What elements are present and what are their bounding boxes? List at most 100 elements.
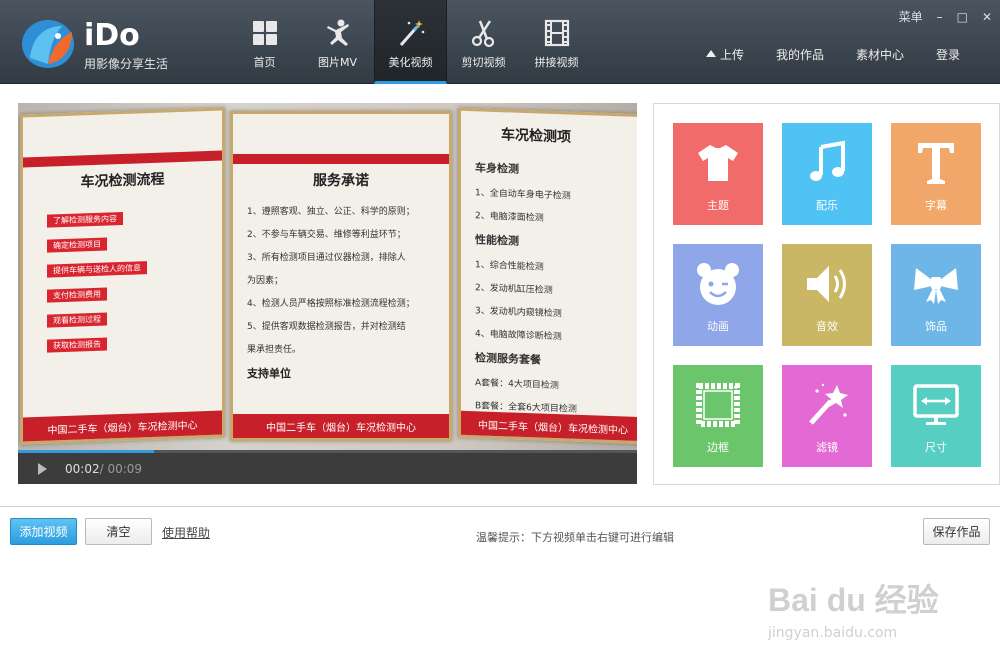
- speaker-icon: [807, 266, 846, 302]
- bow-icon: [914, 268, 958, 304]
- nav-label: 剪切视频: [461, 56, 506, 69]
- nav-label: 图片MV: [317, 56, 357, 69]
- wand-star-icon: [809, 383, 848, 425]
- poster-line: 3、发动机内窥镜检测: [475, 306, 562, 320]
- my-works-link[interactable]: 我的作品: [776, 46, 824, 63]
- help-link[interactable]: 使用帮助: [162, 524, 210, 541]
- tool-label: 音效: [816, 320, 838, 333]
- poster-tags: 了解检测服务内容 确定检测项目 提供车辆与送检人的信息 支付检测费用 观看检测过…: [33, 205, 147, 359]
- poster-tag: 确定检测项目: [47, 237, 107, 253]
- bear-face-icon: [697, 263, 739, 305]
- tool-label: 尺寸: [925, 441, 947, 454]
- ido-logo-icon: [22, 20, 74, 68]
- poster-title: 车况检测项: [501, 127, 571, 146]
- add-video-button[interactable]: 添加视频: [10, 518, 77, 545]
- tool-label: 配乐: [816, 199, 838, 212]
- poster-band: [23, 150, 222, 168]
- nav-beautify-video[interactable]: 美化视频: [374, 0, 447, 84]
- brand-slogan: 用影像分享生活: [84, 57, 169, 71]
- tool-filter[interactable]: 滤镜: [782, 365, 872, 467]
- poster-subtitle: 支持单位: [247, 367, 291, 380]
- app-header: iDo 用影像分享生活 首页 图片MV 美化视频 剪切视频 拼接视频 菜单 – …: [0, 0, 1000, 84]
- poster-line: 4、电脑故障诊断检测: [475, 329, 562, 343]
- maximize-button[interactable]: □: [957, 10, 968, 24]
- poster-left: 车况检测流程 了解检测服务内容 确定检测项目 提供车辆与送检人的信息 支付检测费…: [20, 107, 225, 445]
- save-work-button[interactable]: 保存作品: [923, 518, 990, 545]
- poster-line: 3、所有检测项目通过仪器检测，排除人: [247, 253, 406, 263]
- window-controls: 菜单 – □ ✕: [885, 8, 992, 25]
- poster-line: 2、电脑漆面检测: [475, 211, 544, 224]
- tool-music[interactable]: 配乐: [782, 123, 872, 225]
- tool-label: 主题: [707, 199, 729, 212]
- brand-name: iDo: [84, 18, 140, 53]
- poster-line: 性能检测: [475, 233, 519, 248]
- total-duration: / 00:09: [99, 461, 143, 476]
- letter-t-icon: [918, 143, 954, 184]
- poster-right: 车况检测项 车身检测 1、全自动车身电子检测 2、电脑漆面检测 性能检测 1、综…: [458, 107, 637, 445]
- poster-lines: 1、遵照客观、独立、公正、科学的原则； 2、不参与车辆交易、维修等利益环节； 3…: [247, 204, 439, 391]
- tool-label: 字幕: [925, 199, 947, 212]
- poster-band: [233, 154, 449, 164]
- tool-sound-effect[interactable]: 音效: [782, 244, 872, 346]
- nav-home[interactable]: 首页: [228, 0, 301, 84]
- play-icon[interactable]: [38, 462, 47, 475]
- watermark-url: jingyan.baidu.com: [768, 625, 898, 641]
- current-time: 00:02: [65, 461, 100, 476]
- header-links: 上传 我的作品 素材中心 登录: [674, 46, 960, 63]
- material-center-link[interactable]: 素材中心: [856, 46, 904, 63]
- poster-tag: 支付检测费用: [47, 287, 107, 303]
- poster-title: 服务承诺: [313, 173, 369, 189]
- close-button[interactable]: ✕: [982, 10, 992, 24]
- poster-line: 果承担责任。: [247, 345, 302, 355]
- monitor-icon: [913, 384, 959, 425]
- dancer-icon: [326, 19, 349, 46]
- poster-line: 5、提供客观数据检测报告，并对检测结: [247, 322, 406, 332]
- music-note-icon: [810, 140, 845, 181]
- minimize-button[interactable]: –: [937, 10, 943, 24]
- poster-footer: 中国二手车（烟台）车况检测中心: [23, 410, 222, 442]
- poster-line: 1、综合性能检测: [475, 260, 544, 273]
- clear-button[interactable]: 清空: [85, 518, 152, 545]
- nav-join-video[interactable]: 拼接视频: [520, 0, 593, 84]
- film-strip-icon: [544, 19, 569, 47]
- poster-line: 1、全自动车身电子检测: [475, 188, 571, 202]
- poster-footer: 中国二手车（烟台）车况检测中心: [461, 410, 637, 442]
- tool-size[interactable]: 尺寸: [891, 365, 981, 467]
- poster-line: 4、检测人员严格按照标准检测流程检测；: [247, 299, 415, 309]
- tool-animation[interactable]: 动画: [673, 244, 763, 346]
- tool-theme[interactable]: 主题: [673, 123, 763, 225]
- poster-line: 检测服务套餐: [475, 351, 541, 367]
- menu-button[interactable]: 菜单: [899, 8, 923, 25]
- poster-footer: 中国二手车（烟台）车况检测中心: [233, 414, 449, 438]
- nav-photo-mv[interactable]: 图片MV: [301, 0, 374, 84]
- upload-label: 上传: [719, 48, 744, 62]
- scissors-icon: [471, 20, 494, 48]
- edit-tip: 温馨提示：下方视频单击右键可进行编辑: [476, 531, 674, 544]
- poster-line: A套餐：4大项目检测: [475, 378, 559, 392]
- frame-icon: [696, 383, 740, 427]
- tool-subtitle[interactable]: 字幕: [891, 123, 981, 225]
- video-frame[interactable]: 车况检测流程 了解检测服务内容 确定检测项目 提供车辆与送检人的信息 支付检测费…: [18, 103, 637, 450]
- watermark-title: Bai du 经验: [768, 582, 939, 618]
- main-nav: 首页 图片MV 美化视频 剪切视频 拼接视频: [228, 0, 593, 84]
- player-controls: 00:02 / 00:09: [18, 453, 637, 484]
- poster-line: 为因素；: [247, 276, 284, 286]
- upload-arrow-icon: [705, 50, 716, 57]
- tool-label: 饰品: [925, 320, 947, 333]
- poster-lines: 车身检测 1、全自动车身电子检测 2、电脑漆面检测 性能检测 1、综合性能检测 …: [475, 159, 635, 427]
- tool-ornament[interactable]: 饰品: [891, 244, 981, 346]
- bottom-toolbar: 添加视频 清空 使用帮助 温馨提示：下方视频单击右键可进行编辑 保存作品: [0, 506, 1000, 554]
- nav-label: 拼接视频: [534, 56, 579, 69]
- tool-border[interactable]: 边框: [673, 365, 763, 467]
- poster-title: 车况检测流程: [80, 171, 165, 191]
- nav-cut-video[interactable]: 剪切视频: [447, 0, 520, 84]
- magic-wand-icon: [399, 20, 424, 46]
- nav-label: 美化视频: [388, 56, 433, 69]
- upload-link[interactable]: 上传: [705, 46, 744, 63]
- home-grid-icon: [252, 21, 277, 45]
- poster-tag: 获取检测报告: [47, 337, 107, 353]
- edit-tools-panel: 主题 配乐 字幕 动画 音效 饰品 边框 滤镜 尺寸: [653, 103, 1000, 485]
- tshirt-icon: [698, 145, 738, 181]
- tool-label: 边框: [707, 441, 729, 454]
- login-link[interactable]: 登录: [936, 46, 960, 63]
